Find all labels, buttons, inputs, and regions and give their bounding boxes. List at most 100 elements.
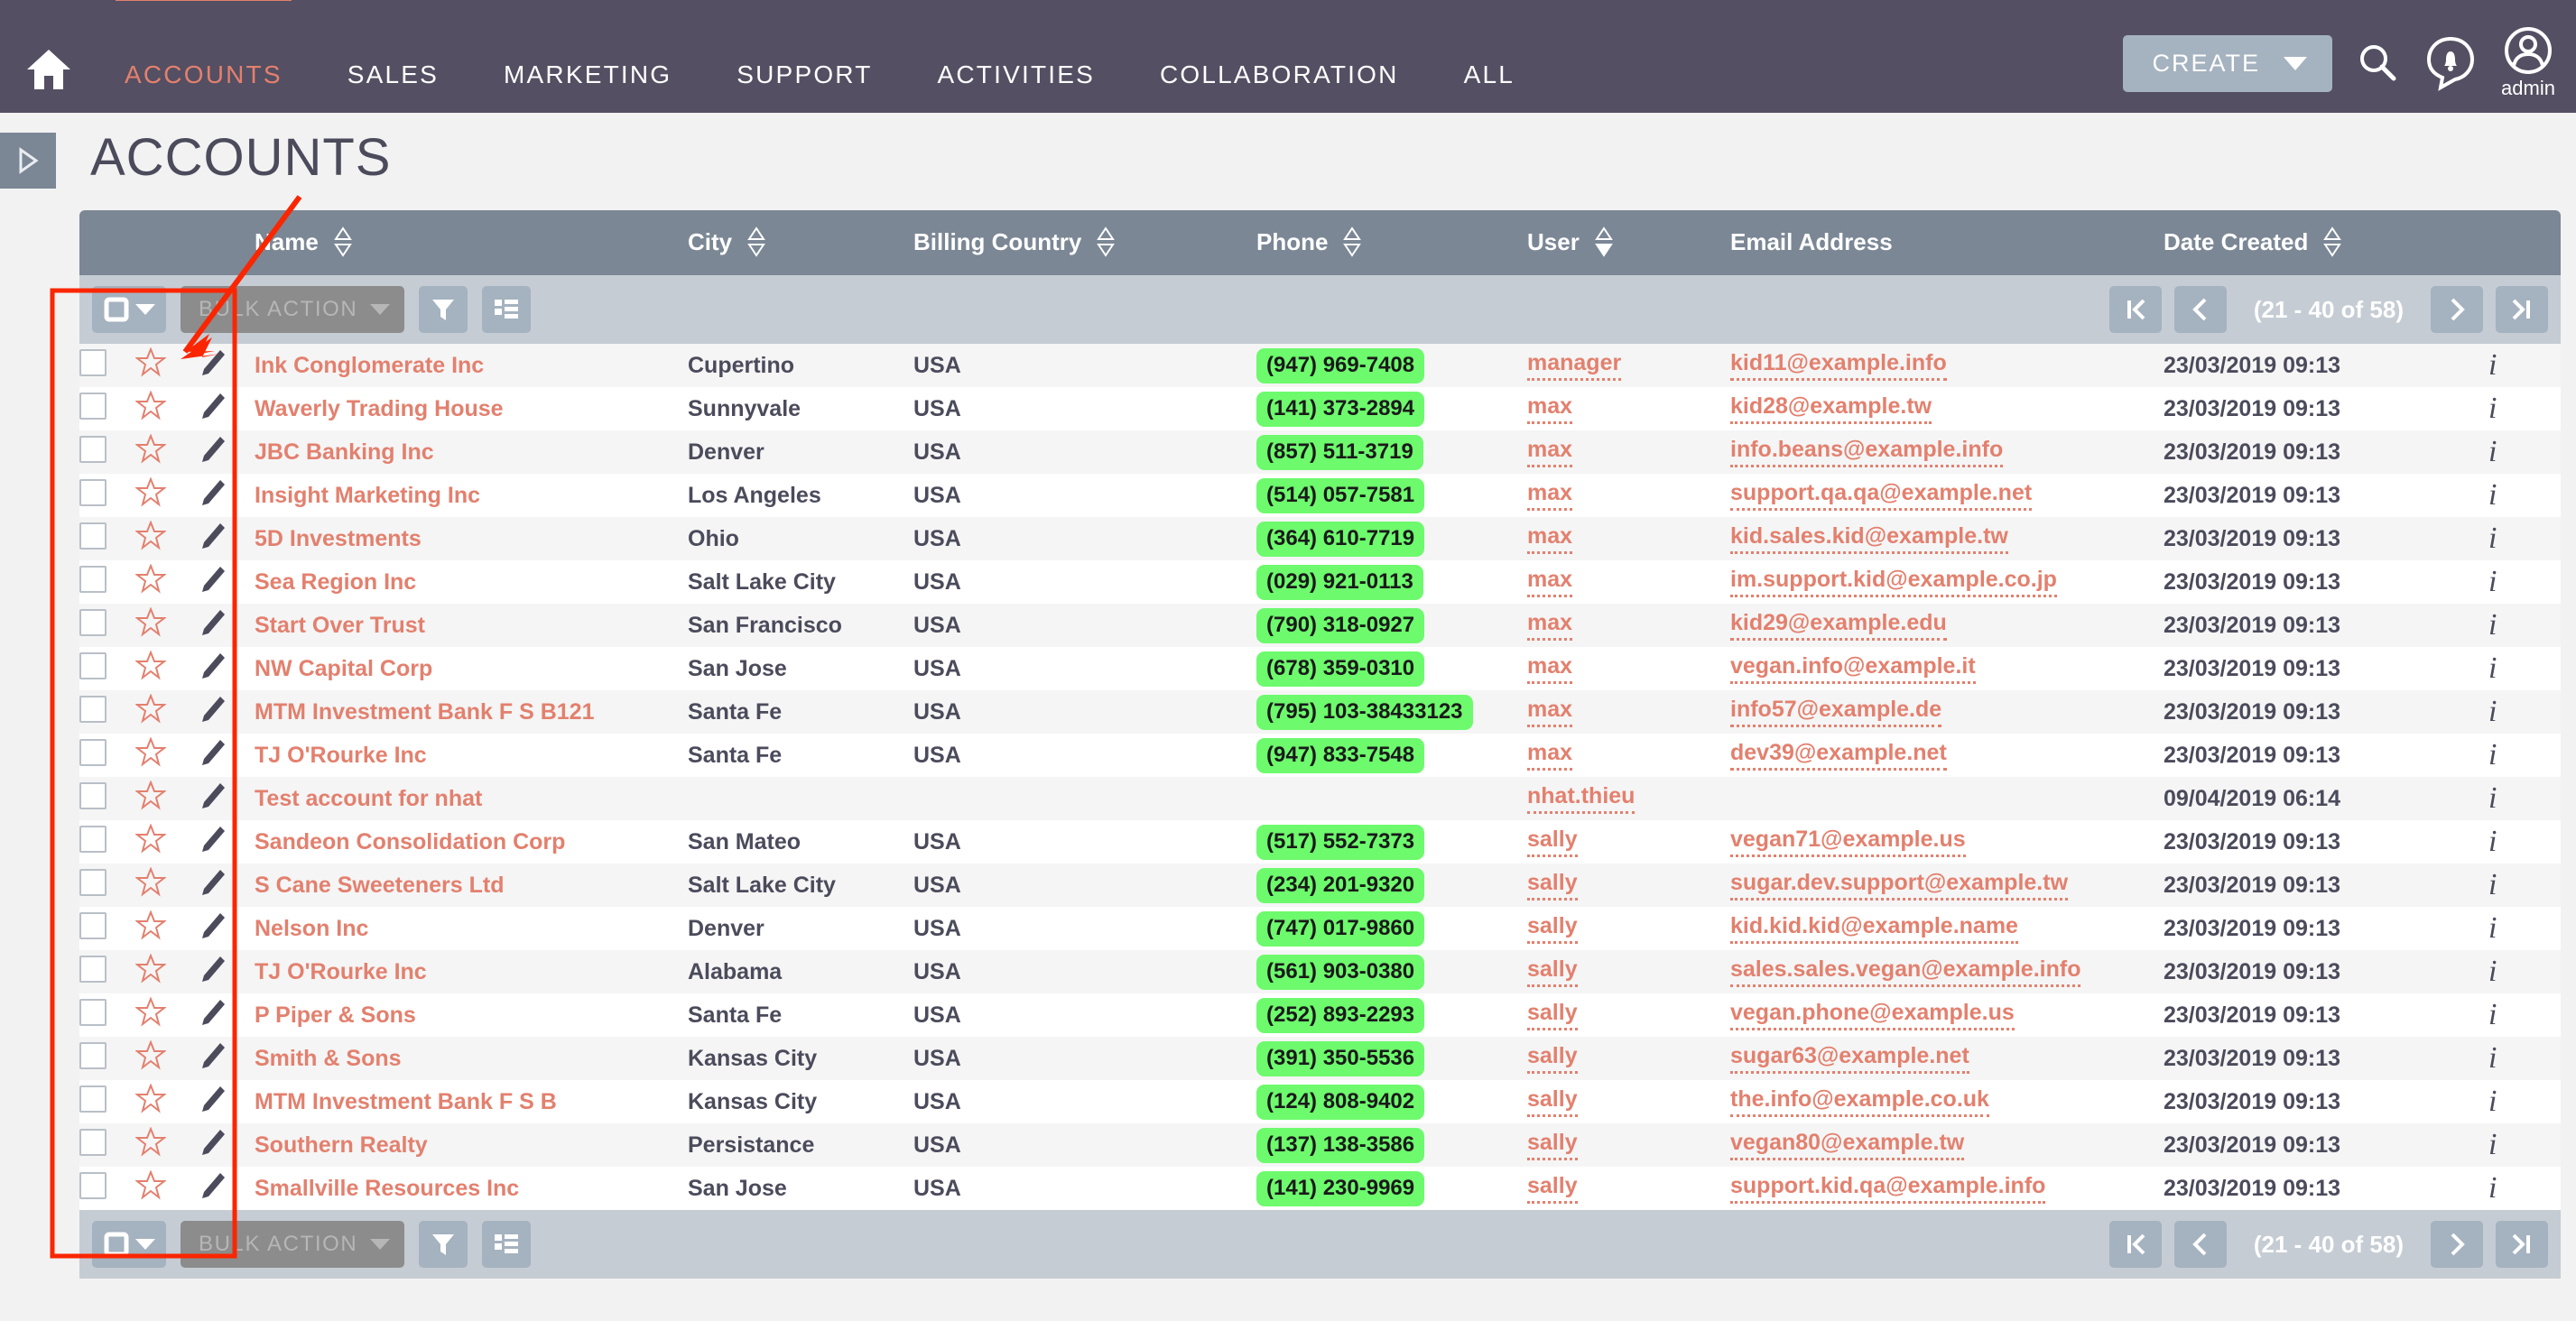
user-link[interactable]: max [1527, 480, 1573, 511]
cell-info[interactable]: i [2488, 647, 2561, 690]
user-link[interactable]: sally [1527, 956, 1578, 987]
row-checkbox[interactable] [79, 911, 107, 939]
row-checkbox[interactable] [79, 868, 107, 896]
info-icon[interactable]: i [2488, 608, 2497, 642]
row-checkbox[interactable] [79, 348, 107, 376]
account-name-link[interactable]: NW Capital Corp [255, 656, 432, 681]
row-favorite-cell[interactable] [134, 647, 199, 690]
user-link[interactable]: max [1527, 610, 1573, 641]
row-edit-cell[interactable] [199, 690, 255, 734]
column-header-user[interactable]: User [1527, 210, 1730, 275]
row-favorite-cell[interactable] [134, 950, 199, 993]
row-favorite-cell[interactable] [134, 1167, 199, 1210]
info-icon[interactable]: i [2488, 998, 2497, 1031]
sidebar-toggle-button[interactable] [0, 133, 56, 189]
account-name-link[interactable]: Start Over Trust [255, 613, 425, 638]
row-checkbox[interactable] [79, 608, 107, 636]
cell-info[interactable]: i [2488, 1080, 2561, 1123]
info-icon[interactable]: i [2488, 825, 2497, 858]
column-header-date-created[interactable]: Date Created [2164, 210, 2561, 275]
account-name-link[interactable]: Waverly Trading House [255, 396, 504, 421]
cell-info[interactable]: i [2488, 517, 2561, 560]
cell-info[interactable]: i [2488, 474, 2561, 517]
nav-item-accounts[interactable]: ACCOUNTS [92, 0, 315, 98]
row-checkbox[interactable] [79, 695, 107, 723]
cell-info[interactable]: i [2488, 344, 2561, 387]
previous-page-button-bottom[interactable] [2173, 1221, 2227, 1268]
account-name-link[interactable]: Ink Conglomerate Inc [255, 353, 484, 378]
email-link[interactable]: kid.kid.kid@example.name [1730, 913, 2018, 944]
row-checkbox[interactable] [79, 392, 107, 420]
row-checkbox[interactable] [79, 435, 107, 463]
column-header-name[interactable]: Name [255, 210, 688, 275]
row-edit-cell[interactable] [199, 647, 255, 690]
cell-info[interactable]: i [2488, 734, 2561, 777]
row-favorite-cell[interactable] [134, 734, 199, 777]
account-name-link[interactable]: JBC Banking Inc [255, 439, 434, 465]
user-link[interactable]: max [1527, 567, 1573, 597]
row-favorite-cell[interactable] [134, 993, 199, 1037]
column-header-city[interactable]: City [688, 210, 913, 275]
column-header-billing-country[interactable]: Billing Country [913, 210, 1256, 275]
user-link[interactable]: nhat.thieu [1527, 783, 1635, 814]
row-checkbox[interactable] [79, 651, 107, 679]
row-favorite-cell[interactable] [134, 344, 199, 387]
row-edit-cell[interactable] [199, 517, 255, 560]
info-icon[interactable]: i [2488, 695, 2497, 728]
cell-info[interactable]: i [2488, 777, 2561, 820]
column-chooser-button[interactable] [482, 286, 532, 333]
user-link[interactable]: max [1527, 740, 1573, 771]
nav-item-marketing[interactable]: MARKETING [471, 53, 704, 98]
create-button[interactable]: CREATE [2123, 34, 2332, 92]
row-edit-cell[interactable] [199, 560, 255, 604]
info-icon[interactable]: i [2488, 392, 2497, 425]
row-edit-cell[interactable] [199, 777, 255, 820]
user-link[interactable]: sally [1527, 1086, 1578, 1117]
search-button[interactable] [2356, 41, 2401, 86]
column-header-email-address[interactable]: Email Address [1730, 210, 2164, 275]
info-icon[interactable]: i [2488, 522, 2497, 555]
row-favorite-cell[interactable] [134, 1123, 199, 1167]
row-checkbox[interactable] [79, 1128, 107, 1156]
row-edit-cell[interactable] [199, 1080, 255, 1123]
info-icon[interactable]: i [2488, 1128, 2497, 1161]
user-link[interactable]: max [1527, 523, 1573, 554]
account-name-link[interactable]: Smith & Sons [255, 1046, 402, 1071]
cell-info[interactable]: i [2488, 560, 2561, 604]
info-icon[interactable]: i [2488, 911, 2497, 945]
cell-info[interactable]: i [2488, 604, 2561, 647]
user-link[interactable]: sally [1527, 870, 1578, 901]
cell-info[interactable]: i [2488, 430, 2561, 474]
row-checkbox[interactable] [79, 1041, 107, 1069]
row-edit-cell[interactable] [199, 907, 255, 950]
account-name-link[interactable]: TJ O'Rourke Inc [255, 743, 427, 768]
row-edit-cell[interactable] [199, 734, 255, 777]
nav-item-collaboration[interactable]: COLLABORATION [1127, 53, 1432, 98]
row-favorite-cell[interactable] [134, 517, 199, 560]
account-name-link[interactable]: Test account for nhat [255, 786, 482, 811]
cell-info[interactable]: i [2488, 907, 2561, 950]
next-page-button-bottom[interactable] [2431, 1221, 2483, 1268]
row-favorite-cell[interactable] [134, 864, 199, 907]
email-link[interactable]: kid.sales.kid@example.tw [1730, 523, 2008, 554]
account-name-link[interactable]: S Cane Sweeteners Ltd [255, 873, 504, 898]
last-page-button[interactable] [2496, 286, 2548, 333]
nav-item-support[interactable]: SUPPORT [704, 53, 904, 98]
email-link[interactable]: vegan.info@example.it [1730, 653, 1976, 684]
notifications-button[interactable] [2424, 35, 2477, 91]
cell-info[interactable]: i [2488, 950, 2561, 993]
cell-info[interactable]: i [2488, 690, 2561, 734]
email-link[interactable]: dev39@example.net [1730, 740, 1947, 771]
account-name-link[interactable]: Insight Marketing Inc [255, 483, 480, 508]
home-button[interactable] [16, 37, 81, 102]
row-edit-cell[interactable] [199, 604, 255, 647]
row-edit-cell[interactable] [199, 820, 255, 864]
account-name-link[interactable]: TJ O'Rourke Inc [255, 959, 427, 984]
email-link[interactable]: sugar.dev.support@example.tw [1730, 870, 2069, 901]
user-link[interactable]: max [1527, 437, 1573, 467]
account-name-link[interactable]: Smallville Resources Inc [255, 1176, 519, 1201]
email-link[interactable]: support.kid.qa@example.info [1730, 1173, 2046, 1204]
row-favorite-cell[interactable] [134, 1080, 199, 1123]
column-header-phone[interactable]: Phone [1256, 210, 1527, 275]
user-link[interactable]: max [1527, 697, 1573, 727]
